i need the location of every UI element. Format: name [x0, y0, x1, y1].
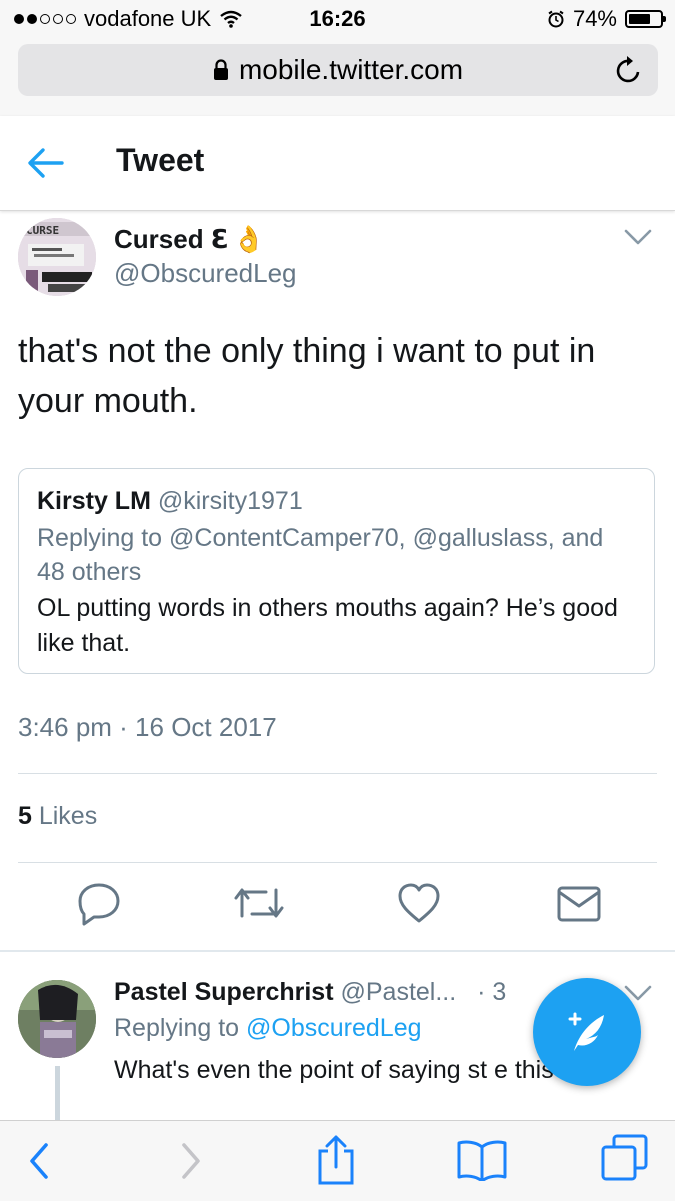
heart-icon[interactable]: [396, 880, 442, 926]
tweet-actions: [0, 880, 675, 940]
reply-author-handle[interactable]: @Pastel...: [340, 978, 456, 1006]
page-title: Tweet: [116, 142, 205, 178]
battery-icon: [625, 10, 666, 28]
reply-time: 3: [492, 978, 507, 1006]
lock-icon: [213, 59, 228, 80]
reply-separator: ·: [477, 978, 486, 1006]
author-avatar[interactable]: CURSE: [18, 218, 96, 296]
author-name[interactable]: Cursed ℇ 👌: [114, 224, 265, 255]
divider: [18, 773, 657, 774]
status-right: 74%: [547, 6, 666, 32]
back-arrow-icon[interactable]: [26, 146, 64, 180]
reload-icon[interactable]: [614, 54, 644, 86]
compose-tweet-button[interactable]: [533, 978, 641, 1086]
tabs-icon[interactable]: [600, 1133, 650, 1183]
back-icon[interactable]: [24, 1139, 54, 1183]
quoted-author-name: Kirsty LM: [37, 487, 151, 515]
quoted-tweet[interactable]: Kirsty LM @kirsity1971 Replying to @Cont…: [18, 468, 655, 674]
alarm-icon: [548, 10, 564, 28]
likes-number: 5: [18, 802, 32, 830]
bookmarks-icon[interactable]: [456, 1137, 508, 1181]
reply-avatar[interactable]: [18, 980, 96, 1058]
battery-percent: 74%: [572, 6, 617, 31]
quoted-text: OL putting words in others mouths again?…: [37, 594, 618, 657]
reply-header: Pastel Superchrist @Pastel... · 3: [114, 978, 506, 1007]
reply-author-name[interactable]: Pastel Superchrist: [114, 978, 334, 1006]
quoted-author-handle: @kirsity1971: [157, 487, 303, 515]
quoted-replying-to: Replying to @ContentCamper70, @galluslas…: [37, 524, 604, 586]
divider: [18, 862, 657, 863]
thread-line: [55, 1066, 60, 1126]
reply-icon[interactable]: [76, 880, 122, 926]
svg-text:CURSE: CURSE: [26, 224, 59, 237]
chevron-down-icon[interactable]: [623, 228, 653, 246]
divider: [0, 950, 675, 952]
quoted-author: Kirsty LM @kirsity1971: [37, 487, 303, 516]
author-handle[interactable]: @ObscuredLeg: [114, 258, 297, 289]
browser-chrome: vodafone UK 16:26 74% mobile.twitter.com: [0, 0, 675, 117]
ok-hand-emoji: 👌: [232, 224, 266, 254]
likes-count[interactable]: 5 Likes: [18, 802, 97, 831]
reply-mention-link[interactable]: @ObscuredLeg: [246, 1014, 421, 1042]
page-header: Tweet: [0, 116, 675, 211]
envelope-icon[interactable]: [556, 880, 602, 926]
reply-replying-prefix: Replying to: [114, 1014, 247, 1042]
tweet-timestamp: 3:46 pm · 16 Oct 2017: [18, 712, 277, 742]
address-bar[interactable]: mobile.twitter.com: [18, 44, 658, 96]
status-bar: vodafone UK 16:26 74%: [0, 0, 675, 38]
tweet-text: that's not the only thing i want to put …: [18, 332, 596, 420]
compose-icon: [568, 1012, 604, 1051]
browser-toolbar: [0, 1120, 675, 1201]
retweet-icon[interactable]: [232, 880, 286, 926]
reply-replying-to: Replying to @ObscuredLeg: [114, 1014, 422, 1043]
share-icon[interactable]: [316, 1133, 356, 1187]
url-text: mobile.twitter.com: [238, 54, 464, 85]
forward-icon[interactable]: [176, 1139, 206, 1183]
likes-label: Likes: [31, 802, 98, 830]
author-display-name: Cursed ℇ: [114, 224, 227, 254]
